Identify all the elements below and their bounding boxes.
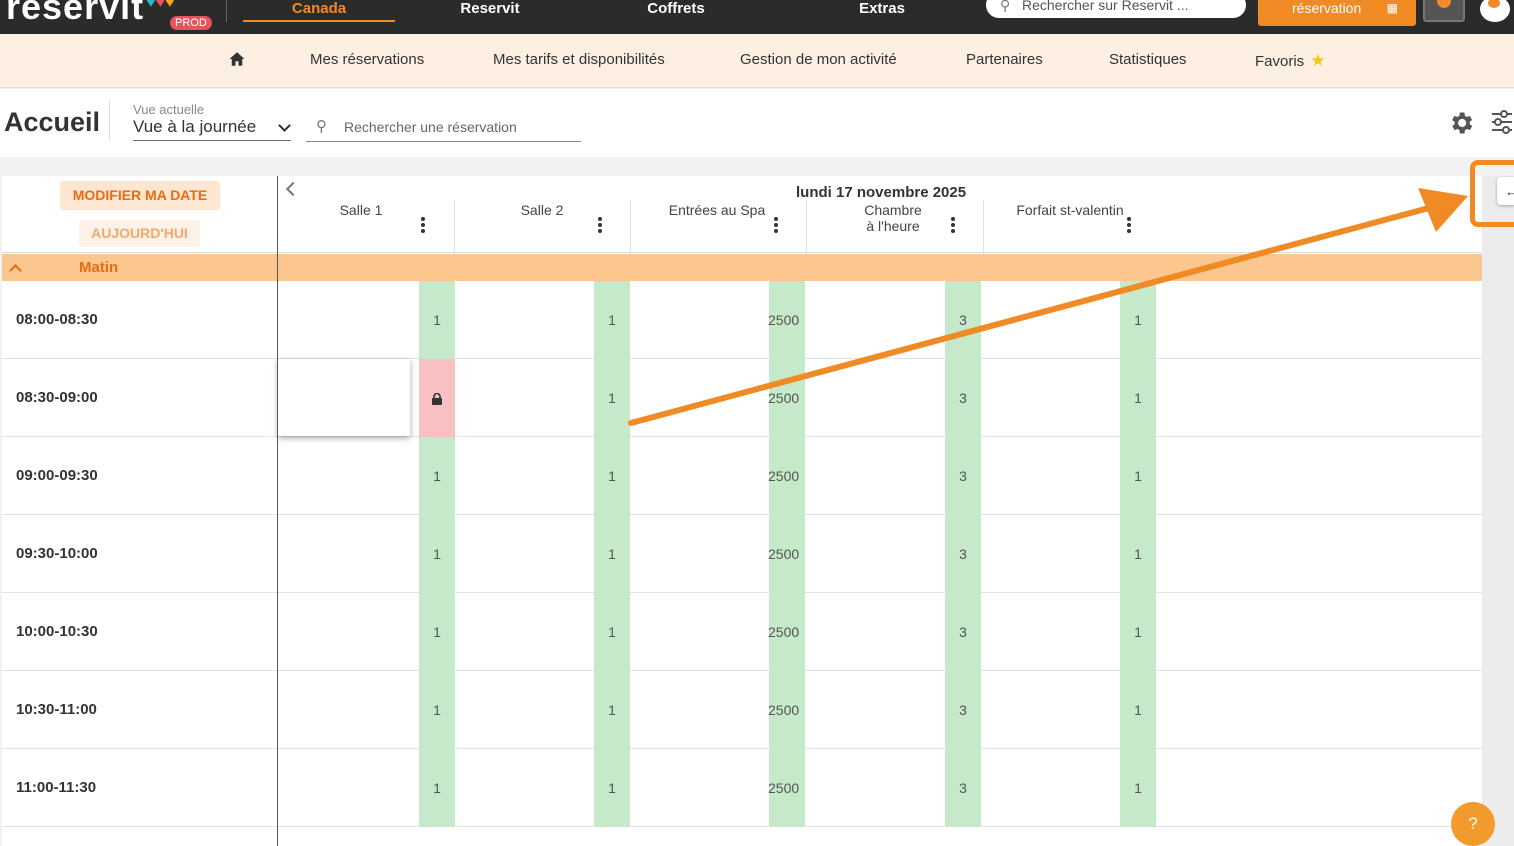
help-button[interactable]: ? bbox=[1451, 802, 1495, 846]
arrow-left-icon: ← bbox=[1505, 184, 1514, 199]
collapse-panel-button[interactable]: ← bbox=[1497, 177, 1514, 205]
annotation-arrow bbox=[628, 188, 1468, 426]
